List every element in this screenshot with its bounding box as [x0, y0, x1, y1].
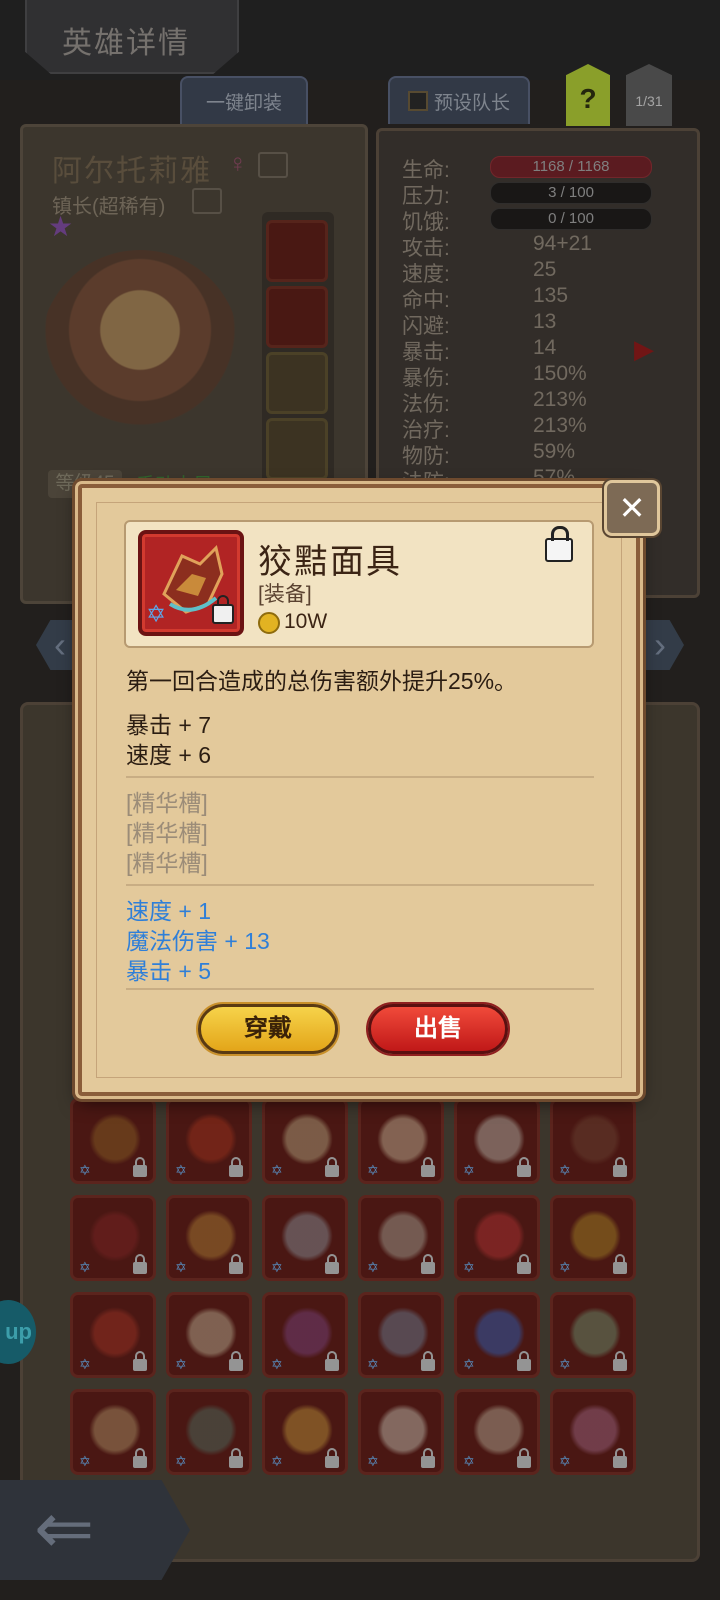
close-button[interactable]: ✕: [604, 480, 660, 536]
sell-button[interactable]: 出售: [368, 1004, 508, 1054]
essence-slot[interactable]: [精华槽]: [126, 784, 208, 818]
bonus-stat-line: 速度 + 1: [126, 898, 212, 924]
divider: [126, 884, 594, 886]
lock-toggle-icon[interactable]: [545, 526, 573, 562]
item-price: 10W: [284, 610, 328, 633]
divider: [126, 988, 594, 990]
base-stat-line: 暴击 + 7: [126, 712, 212, 738]
base-stat-line: 速度 + 6: [126, 742, 212, 768]
divider: [126, 776, 594, 778]
essence-slot[interactable]: [精华槽]: [126, 844, 208, 878]
essence-slot[interactable]: [精华槽]: [126, 814, 208, 848]
item-description: 第一回合造成的总伤害额外提升25%。: [126, 668, 518, 694]
coin-icon: [258, 612, 280, 634]
bonus-stat-line: 魔法伤害 + 13: [126, 928, 270, 954]
item-type: [装备]: [258, 583, 312, 606]
item-star-icon: ✡: [146, 601, 167, 628]
equip-button[interactable]: 穿戴: [198, 1004, 338, 1054]
bonus-stat-line: 暴击 + 5: [126, 958, 212, 984]
item-icon-lock-icon: [212, 595, 234, 624]
item-name: 狡黠面具: [258, 543, 402, 581]
